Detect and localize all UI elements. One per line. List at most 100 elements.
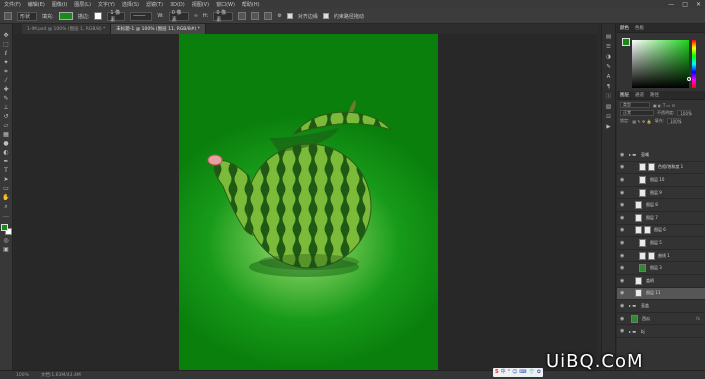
eye-icon[interactable]: ◉	[620, 290, 624, 296]
ime-keyboard-icon[interactable]: ⌨	[519, 368, 526, 377]
ime-emoji-icon[interactable]: ☺	[512, 368, 517, 377]
link-icon[interactable]: ∞	[194, 13, 198, 19]
paragraph-panel-icon[interactable]: ¶	[607, 84, 611, 90]
layer-row[interactable]: ◉ ▸ ▬ 壶嘴	[617, 149, 705, 162]
hue-slider[interactable]	[692, 40, 696, 88]
menu-edit[interactable]: 编辑(E)	[28, 1, 45, 8]
layer-row[interactable]: ◉ 图层 7	[617, 212, 705, 225]
menu-view[interactable]: 视图(V)	[192, 1, 209, 8]
eye-icon[interactable]: ◉	[620, 177, 624, 183]
tab-channels[interactable]: 通道	[635, 92, 644, 98]
layer-kind-filter[interactable]: 类型	[620, 102, 650, 108]
zoom-tool-icon[interactable]: ⌕	[2, 203, 10, 210]
layer-row-selected[interactable]: ◉ 图层 11	[617, 287, 705, 301]
brush-tool-icon[interactable]: ✎	[2, 95, 10, 102]
eye-icon[interactable]: ◉	[620, 303, 624, 309]
eye-icon[interactable]: ◉	[620, 202, 624, 208]
ime-skin-icon[interactable]: 👕	[529, 368, 535, 377]
menu-window[interactable]: 窗口(W)	[216, 1, 235, 8]
type-tool-icon[interactable]: T	[2, 167, 10, 174]
blend-mode-select[interactable]: 正常	[620, 110, 654, 116]
marquee-tool-icon[interactable]: ⬚	[2, 41, 10, 48]
ime-tools-icon[interactable]: ✿	[537, 368, 541, 377]
lasso-tool-icon[interactable]: ℓ	[2, 50, 10, 57]
color-swatches[interactable]	[0, 224, 12, 235]
document-canvas[interactable]	[179, 34, 438, 370]
dodge-tool-icon[interactable]: ◐	[2, 149, 10, 156]
styles-panel-icon[interactable]: ▧	[606, 104, 611, 110]
actions-panel-icon[interactable]: ▶	[606, 124, 610, 130]
path-operations-icon[interactable]	[238, 12, 247, 20]
eye-icon[interactable]: ◉	[620, 227, 624, 233]
pen-tool-icon[interactable]: ✒	[2, 158, 10, 165]
tab-document-1[interactable]: 1-IM.psd @ 100% (图层 1, RGB/8) *	[22, 24, 112, 34]
zoom-level[interactable]: 100%	[16, 373, 29, 378]
info-panel-icon[interactable]: ⓘ	[606, 94, 612, 100]
path-alignment-icon[interactable]	[251, 12, 260, 20]
tab-layers[interactable]: 图层	[620, 92, 629, 98]
eye-icon[interactable]: ◉	[620, 164, 624, 170]
opacity-field[interactable]: 100%	[677, 110, 692, 116]
tab-color[interactable]: 颜色	[620, 25, 629, 31]
rectangle-tool-icon[interactable]: ▭	[2, 185, 10, 192]
layer-row[interactable]: ◉ 西瓜 fx	[617, 313, 705, 326]
eye-icon[interactable]: ◉	[620, 265, 624, 271]
maximize-button[interactable]: □	[682, 1, 688, 8]
pen-tool-preset-icon[interactable]	[4, 12, 12, 20]
healing-brush-tool-icon[interactable]: ✚	[2, 86, 10, 93]
saturation-field[interactable]	[632, 40, 689, 88]
lock-icons[interactable]: ▦ ✎ ✥ 🔒	[632, 119, 651, 124]
stroke-type-select[interactable]: ────	[130, 11, 153, 21]
layer-row[interactable]: ◉ 图层 6	[617, 225, 705, 238]
crop-tool-icon[interactable]: ⌗	[2, 68, 10, 75]
history-panel-icon[interactable]: ▤	[606, 34, 611, 40]
brush-panel-icon[interactable]: ✎	[606, 64, 611, 70]
tab-document-active[interactable]: 未标题-1 @ 100% (图层 11, RGB/8#) *	[111, 24, 206, 34]
ime-chinese-mode[interactable]: 中	[501, 368, 506, 377]
layer-row[interactable]: ◉ 图层 10	[617, 174, 705, 187]
fill-swatch[interactable]	[58, 12, 73, 20]
character-panel-icon[interactable]: A	[607, 74, 611, 80]
menu-3d[interactable]: 3D(D)	[170, 2, 185, 8]
color-picker-handle[interactable]	[687, 77, 691, 81]
navigator-panel-icon[interactable]: ⊡	[606, 114, 611, 120]
move-tool-icon[interactable]: ✥	[2, 32, 10, 39]
eyedropper-tool-icon[interactable]: ⁄	[2, 77, 10, 84]
eye-icon[interactable]: ◉	[620, 328, 624, 334]
blur-tool-icon[interactable]: ●	[2, 140, 10, 147]
quick-mask-icon[interactable]: ◎	[2, 237, 10, 244]
height-field[interactable]: 0 像素	[213, 10, 234, 23]
stroke-swatch[interactable]	[94, 12, 103, 20]
filter-icons[interactable]: ▣ ◐ T ▭ ⊡	[653, 103, 675, 108]
layer-effects-icon[interactable]: fx	[696, 316, 700, 321]
menu-help[interactable]: 帮助(H)	[242, 1, 260, 8]
eye-icon[interactable]: ◉	[620, 152, 624, 158]
fill-field[interactable]: 100%	[667, 118, 681, 124]
ime-punctuation-icon[interactable]: °	[508, 368, 511, 377]
stroke-width-field[interactable]: 1 像素	[107, 10, 126, 23]
gradient-tool-icon[interactable]: ▦	[2, 131, 10, 138]
eye-icon[interactable]: ◉	[620, 316, 624, 322]
foreground-color-swatch[interactable]	[0, 224, 8, 231]
menu-layer[interactable]: 图层(L)	[74, 1, 91, 8]
path-selection-tool-icon[interactable]: ➤	[2, 176, 10, 183]
properties-panel-icon[interactable]: ☰	[606, 44, 611, 50]
layer-row[interactable]: ◉ 盖柄	[617, 275, 705, 288]
eye-icon[interactable]: ◉	[620, 215, 624, 221]
menu-file[interactable]: 文件(F)	[4, 1, 21, 8]
width-field[interactable]: 0 像素	[168, 10, 189, 23]
layer-row[interactable]: ◉ 图层 9	[617, 187, 705, 200]
clone-stamp-tool-icon[interactable]: ⊥	[2, 104, 10, 111]
eraser-tool-icon[interactable]: ▱	[2, 122, 10, 129]
path-arrangement-icon[interactable]	[264, 12, 273, 20]
menu-type[interactable]: 文字(Y)	[98, 1, 115, 8]
eye-icon[interactable]: ◉	[620, 240, 624, 246]
tab-paths[interactable]: 路径	[650, 92, 659, 98]
menu-image[interactable]: 图像(I)	[52, 1, 67, 8]
eye-icon[interactable]: ◉	[620, 190, 624, 196]
picker-foreground-swatch[interactable]	[622, 38, 630, 46]
more-tools-icon[interactable]: …	[2, 212, 10, 219]
close-button[interactable]: ✕	[696, 1, 701, 8]
layer-row[interactable]: ◉ 图层 3	[617, 262, 705, 275]
tool-mode-select[interactable]: 形状	[17, 11, 37, 21]
